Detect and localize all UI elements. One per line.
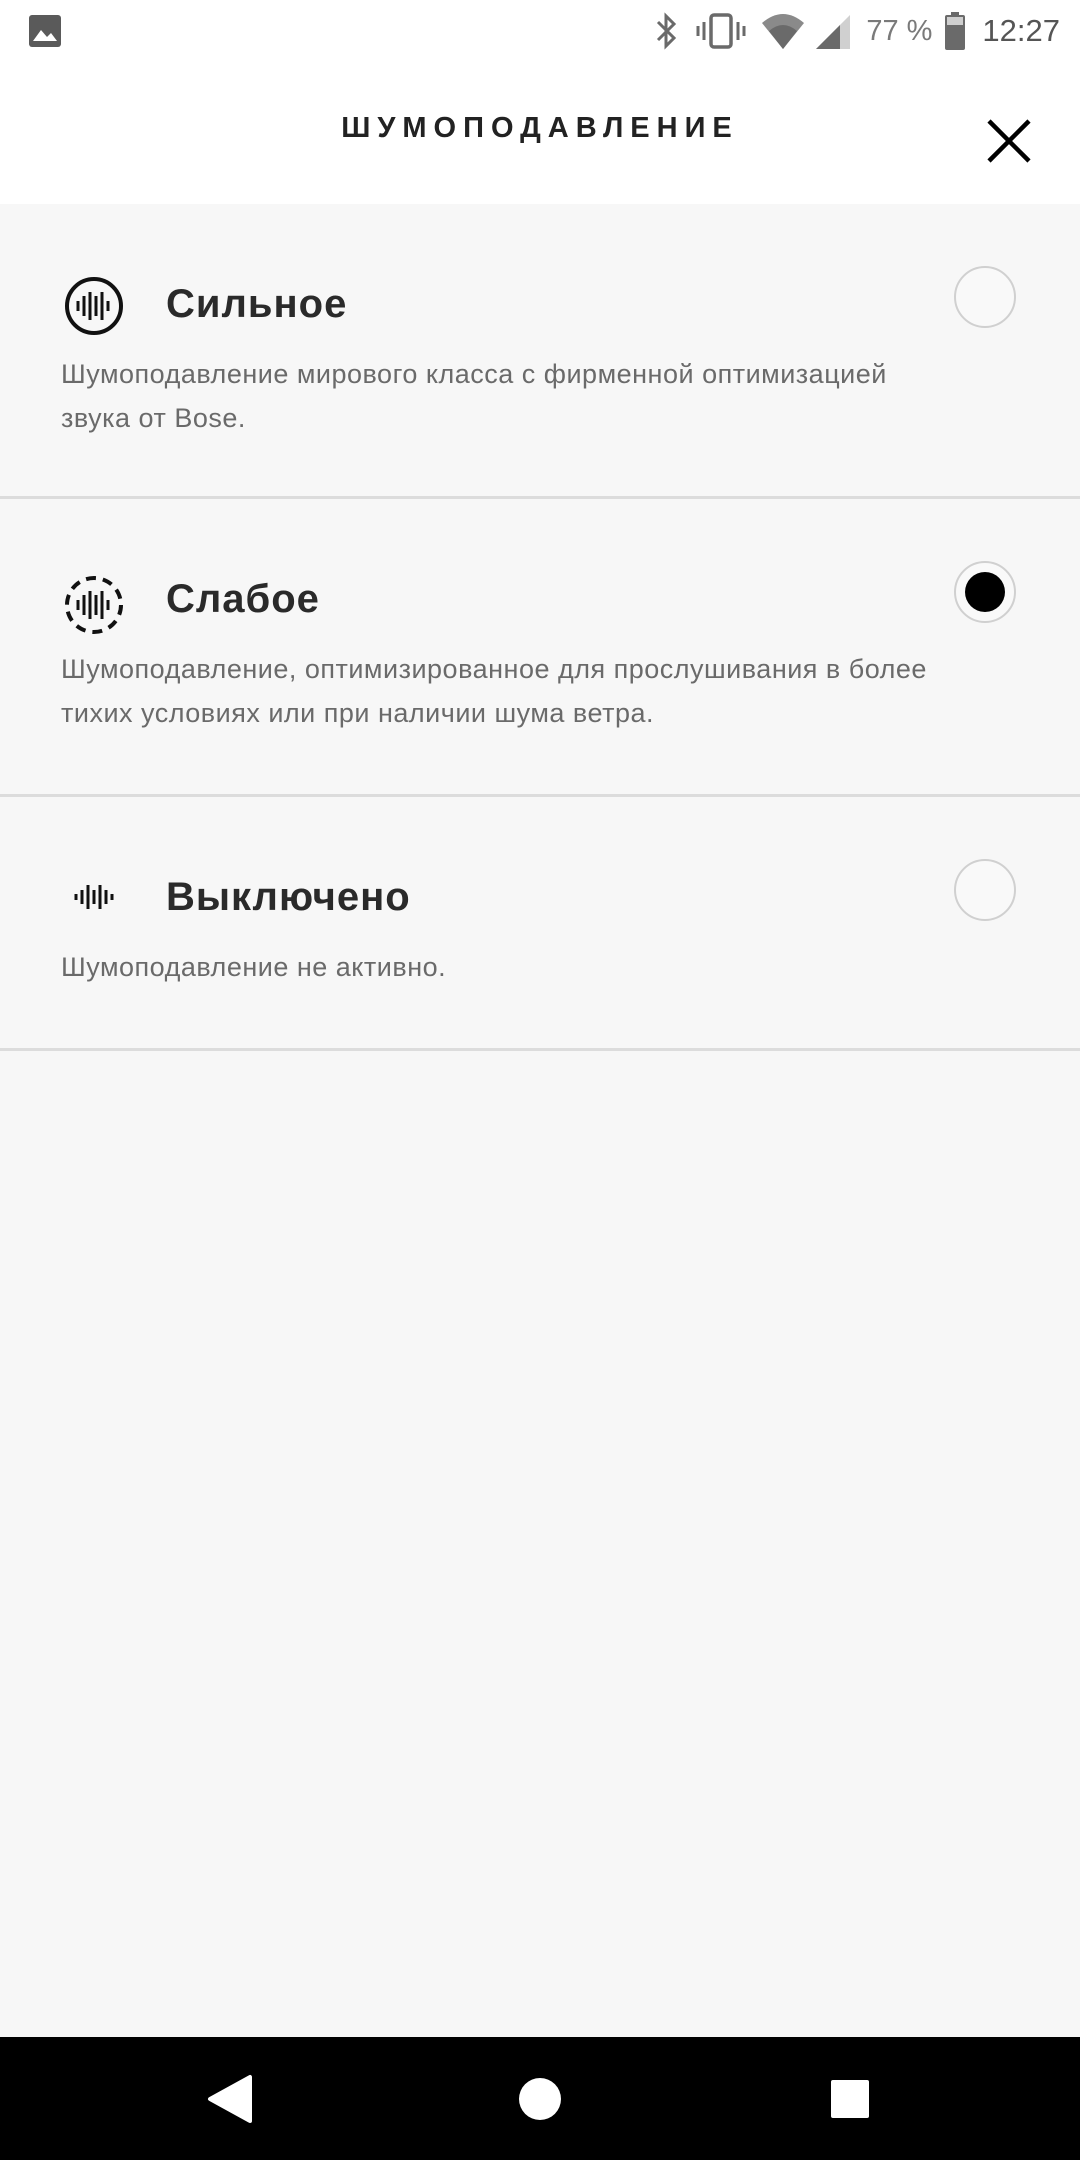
back-button[interactable] [192, 2061, 268, 2137]
option-title: Сильное [166, 282, 348, 326]
close-button[interactable] [976, 108, 1042, 174]
option-low[interactable]: Слабое Шумоподавление, оптимизированное … [0, 499, 1080, 797]
option-high[interactable]: Сильное Шумоподавление мирового класса с… [0, 204, 1080, 499]
option-radio-selected[interactable] [954, 561, 1016, 623]
option-title: Выключено [166, 875, 411, 919]
wifi-icon [762, 14, 805, 49]
home-icon [519, 2078, 561, 2120]
noise-cancel-high-icon [65, 277, 123, 335]
clock: 12:27 [982, 13, 1060, 48]
option-description: Шумоподавление, оптимизированное для про… [61, 654, 927, 728]
noise-cancel-low-icon [65, 576, 123, 634]
close-icon [987, 119, 1031, 163]
back-icon [208, 2075, 252, 2123]
battery-icon [945, 12, 966, 50]
navigation-bar [0, 2037, 1080, 2160]
noise-cancel-off-icon [74, 885, 114, 909]
screen-header: ШУМОПОДАВЛЕНИЕ [0, 62, 1080, 204]
bluetooth-icon [657, 12, 677, 50]
option-radio[interactable] [954, 859, 1016, 921]
home-button[interactable] [502, 2061, 578, 2137]
option-title: Слабое [166, 577, 320, 621]
gallery-icon [29, 15, 61, 47]
recents-icon [831, 2080, 869, 2118]
option-description: Шумоподавление не активно. [61, 952, 447, 982]
status-icons: 77 % 12:27 [652, 8, 1060, 54]
status-bar: 77 % 12:27 [0, 0, 1080, 62]
vibrate-icon [696, 13, 746, 49]
radio-selected-dot [965, 572, 1005, 612]
page-title: ШУМОПОДАВЛЕНИЕ [341, 112, 739, 144]
signal-icon [816, 15, 851, 49]
option-description: Шумоподавление мирового класса с фирменн… [61, 359, 887, 433]
battery-percent: 77 % [866, 14, 933, 47]
recents-button[interactable] [812, 2061, 888, 2137]
option-off[interactable]: Выключено Шумоподавление не активно. [0, 797, 1080, 1051]
option-radio[interactable] [954, 266, 1016, 328]
